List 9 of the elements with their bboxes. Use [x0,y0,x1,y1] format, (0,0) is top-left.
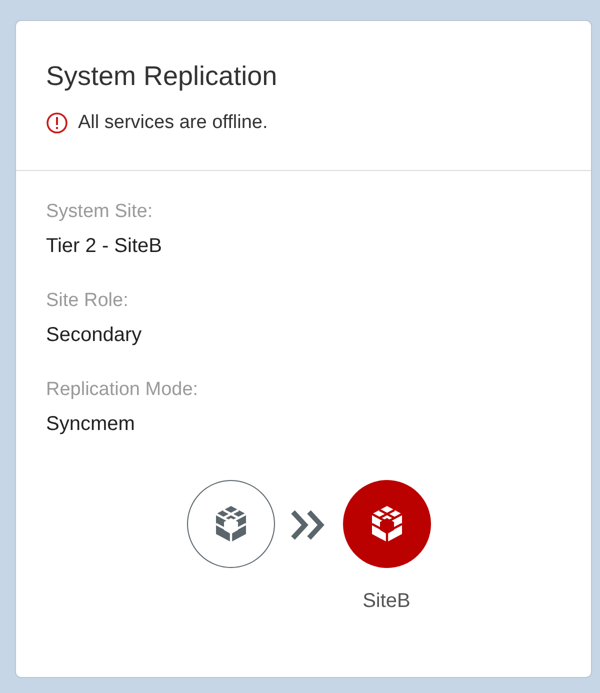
card-title: System Replication [46,61,278,92]
field-value: Syncmem [46,413,136,436]
field-label: Replication Mode: [46,379,200,401]
field-value: Secondary [46,324,143,347]
status-message: All services are offline. [78,112,268,134]
field-label: Site Role: [46,290,130,312]
field-value: Tier 2 - SiteB [46,235,163,258]
site-label: SiteB [362,590,410,613]
field-label: System Site: [46,201,154,223]
